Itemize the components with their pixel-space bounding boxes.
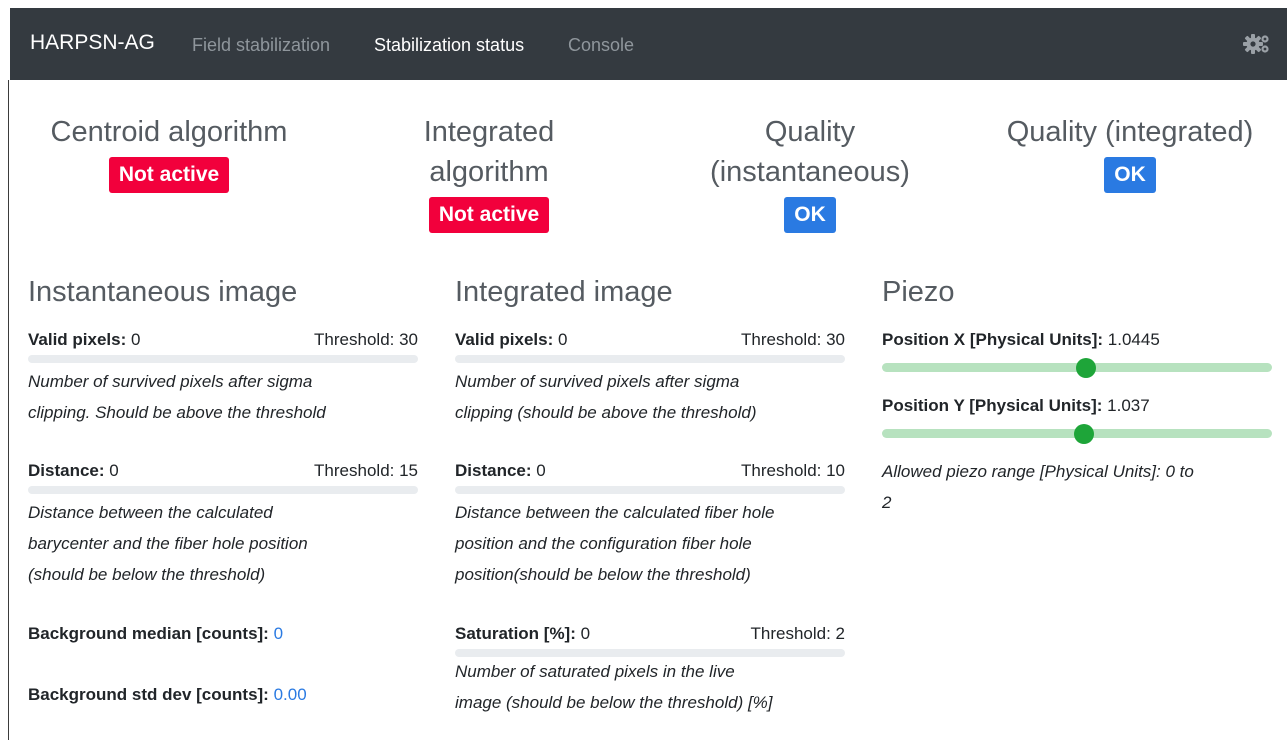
status-title: Quality [764,116,856,148]
status-integrated: Integrated algorithm Not active [340,112,638,233]
status-quality-instantaneous: Quality (instantaneous) OK [661,112,959,233]
metric-label: Saturation [%]: [455,624,576,643]
metric-description: position(should be below the threshold) [455,565,751,584]
instantaneous-image-title: Instantaneous image [28,276,298,308]
brand[interactable]: HARPSN-AG [30,31,155,55]
status-title: (instantaneous) [710,156,910,188]
progress-bar [455,355,845,363]
slider-track[interactable] [882,424,1272,444]
metric-label: Position Y [Physical Units]: [882,396,1103,415]
metric-description: position and the configuration fiber hol… [455,534,752,553]
status-centroid: Centroid algorithm Not active [20,112,318,193]
piezo-position-y: Position Y [Physical Units]: 1.037 [882,396,1272,444]
piezo-range-text: Allowed piezo range [Physical Units]: 0 … [882,462,1194,481]
top-navbar: HARPSN-AG Field stabilization Stabilizat… [10,8,1287,80]
metric-label: Background std dev [counts]: [28,685,269,704]
metric-label: Valid pixels: [455,330,554,349]
metric-description: image (should be below the threshold) [%… [455,693,773,712]
status-title: Integrated [423,116,555,148]
metric-value: 1.0445 [1107,330,1160,349]
nav-field-stabilization[interactable]: Field stabilization [192,35,330,56]
metric-description: clipping (should be above the threshold) [455,403,757,422]
gears-icon[interactable] [1243,32,1273,56]
status-badge: OK [1104,157,1156,193]
progress-bar [455,486,845,494]
status-badge: Not active [428,197,550,233]
metric-value: 0 [273,624,284,643]
piezo-title: Piezo [882,276,955,308]
status-badge: OK [784,197,836,233]
piezo-range: Allowed piezo range [Physical Units]: 0 … [882,456,1272,518]
metric-label: Distance: [455,461,532,480]
inst-background-median: Background median [counts]: 0 [28,624,283,644]
piezo-position-x: Position X [Physical Units]: 1.0445 [882,330,1272,378]
metric-threshold: Threshold: 10 [741,461,845,480]
status-quality-integrated: Quality (integrated) OK [970,112,1287,193]
metric-label: Position X [Physical Units]: [882,330,1104,349]
metric-value: 0 [558,330,568,349]
slider-thumb[interactable] [1074,424,1095,444]
metric-value: 0 [131,330,141,349]
status-title: Quality (integrated) [1006,116,1254,148]
status-title: Centroid algorithm [50,116,288,148]
metric-threshold: Threshold: 15 [314,461,418,480]
int-distance: Distance: 0 Threshold: 10 Distance betwe… [455,461,845,590]
slider-thumb[interactable] [1075,358,1096,378]
slider-track[interactable] [882,358,1272,378]
metric-description: (should be below the threshold) [28,565,266,584]
int-valid-pixels: Valid pixels: 0 Threshold: 30 Number of … [455,330,845,428]
inst-background-std: Background std dev [counts]: 0.00 [28,685,307,705]
metric-description: Distance between the calculated fiber ho… [455,503,775,522]
metric-threshold: Threshold: 30 [741,330,845,349]
progress-bar [28,486,418,494]
metric-description: Number of survived pixels after sigma [28,372,313,391]
nav-console[interactable]: Console [568,35,634,56]
metric-description: Number of survived pixels after sigma [455,372,740,391]
metric-description: Number of saturated pixels in the live [455,662,735,681]
left-border [8,80,9,740]
progress-bar [28,355,418,363]
metric-value: 0 [536,461,546,480]
status-badge: Not active [108,157,230,193]
metric-value: 0 [580,624,591,643]
metric-label: Distance: [28,461,105,480]
integrated-image-title: Integrated image [455,276,673,308]
int-saturation: Saturation [%]: 0 Threshold: 2 Number of… [455,624,845,718]
metric-description: Distance between the calculated [28,503,273,522]
metric-label: Background median [counts]: [28,624,269,643]
metric-value: 0 [109,461,119,480]
metric-description: clipping. Should be above the threshold [28,403,326,422]
metric-value: 1.037 [1107,396,1150,415]
inst-valid-pixels: Valid pixels: 0 Threshold: 30 Number of … [28,330,418,428]
metric-threshold: Threshold: 30 [314,330,418,349]
status-title: algorithm [429,156,549,188]
metric-description: barycenter and the fiber hole position [28,534,308,553]
metric-threshold: Threshold: 2 [750,624,846,643]
piezo-range-text: 2 [882,493,892,512]
metric-label: Valid pixels: [28,330,127,349]
inst-distance: Distance: 0 Threshold: 15 Distance betwe… [28,461,418,590]
nav-stabilization-status[interactable]: Stabilization status [374,35,524,56]
metric-value: 0.00 [273,685,307,704]
